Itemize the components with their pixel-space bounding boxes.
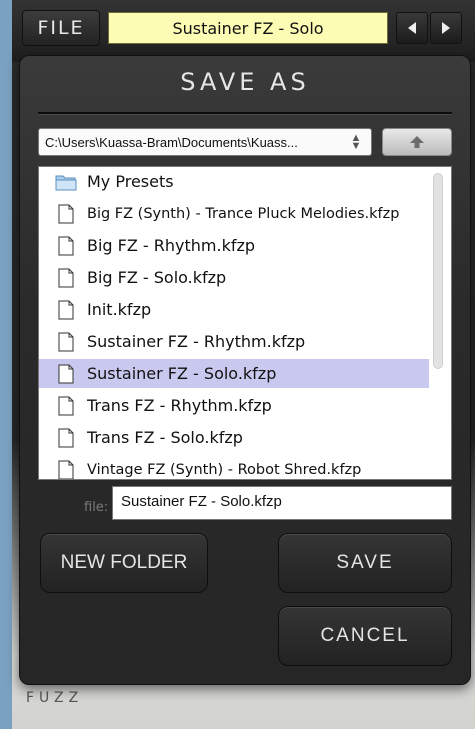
triangle-left-icon [408,22,416,34]
folder-item[interactable]: My Presets [39,167,429,196]
parent-folder-button[interactable] [382,128,452,156]
window-edge [0,0,12,729]
product-logo-text: FUZZ [26,690,84,706]
file-item[interactable]: Trans FZ - Solo.kfzp [39,423,429,452]
file-browser-list[interactable]: My Presets Big FZ (Synth) - Trance Pluck … [38,166,452,480]
arrow-up-icon [410,136,424,148]
file-name-label: file: [84,500,109,515]
file-item-label: Big FZ - Rhythm.kfzp [87,236,256,255]
file-item[interactable]: Vintage FZ (Synth) - Robot Shred.kfzp [39,455,429,479]
document-icon [51,300,81,320]
file-name-input[interactable]: Sustainer FZ - Solo.kfzp [112,486,452,520]
file-item-label: Big FZ (Synth) - Trance Pluck Melodies.k… [87,205,400,222]
document-icon [51,332,81,352]
save-button[interactable]: SAVE [278,533,452,593]
cancel-button[interactable]: CANCEL [278,606,452,666]
file-item[interactable]: Init.kfzp [39,295,429,324]
file-menu-button[interactable]: FILE [22,10,100,46]
file-item-label: Sustainer FZ - Solo.kfzp [87,364,277,383]
save-as-dialog: SAVE AS C:\Users\Kuassa-Bram\Documents\K… [19,55,471,685]
file-item-label: My Presets [87,172,174,191]
file-item[interactable]: Sustainer FZ - Solo.kfzp [39,359,429,388]
preset-name-display[interactable]: Sustainer FZ - Solo [108,12,388,44]
document-icon [51,428,81,448]
file-item-label: Init.kfzp [87,300,152,319]
file-item[interactable]: Sustainer FZ - Rhythm.kfzp [39,327,429,356]
document-icon [51,236,81,256]
document-icon [51,460,81,479]
file-item-label: Trans FZ - Rhythm.kfzp [87,396,272,415]
file-item-label: Trans FZ - Solo.kfzp [87,428,243,447]
up-down-arrows-icon: ▲ ▼ [350,132,362,152]
list-scrollbar[interactable] [433,173,443,369]
path-dropdown[interactable]: C:\Users\Kuassa-Bram\Documents\Kuass... … [38,128,372,156]
file-item[interactable]: Trans FZ - Rhythm.kfzp [39,391,429,420]
folder-icon [51,173,81,191]
document-icon [51,364,81,384]
title-divider [38,112,452,115]
file-item[interactable]: Big FZ (Synth) - Trance Pluck Melodies.k… [39,199,429,228]
next-preset-button[interactable] [430,12,462,44]
new-folder-button[interactable]: NEW FOLDER [40,533,208,593]
document-icon [51,268,81,288]
triangle-right-icon [442,22,450,34]
document-icon [51,204,81,224]
file-item-label: Vintage FZ (Synth) - Robot Shred.kfzp [87,461,362,478]
dialog-title: SAVE AS [180,68,310,96]
file-item[interactable]: Big FZ - Rhythm.kfzp [39,231,429,260]
path-value: C:\Users\Kuassa-Bram\Documents\Kuass... [45,134,298,150]
document-icon [51,396,81,416]
file-item[interactable]: Big FZ - Solo.kfzp [39,263,429,292]
previous-preset-button[interactable] [396,12,428,44]
file-item-label: Sustainer FZ - Rhythm.kfzp [87,332,306,351]
file-item-label: Big FZ - Solo.kfzp [87,268,227,287]
